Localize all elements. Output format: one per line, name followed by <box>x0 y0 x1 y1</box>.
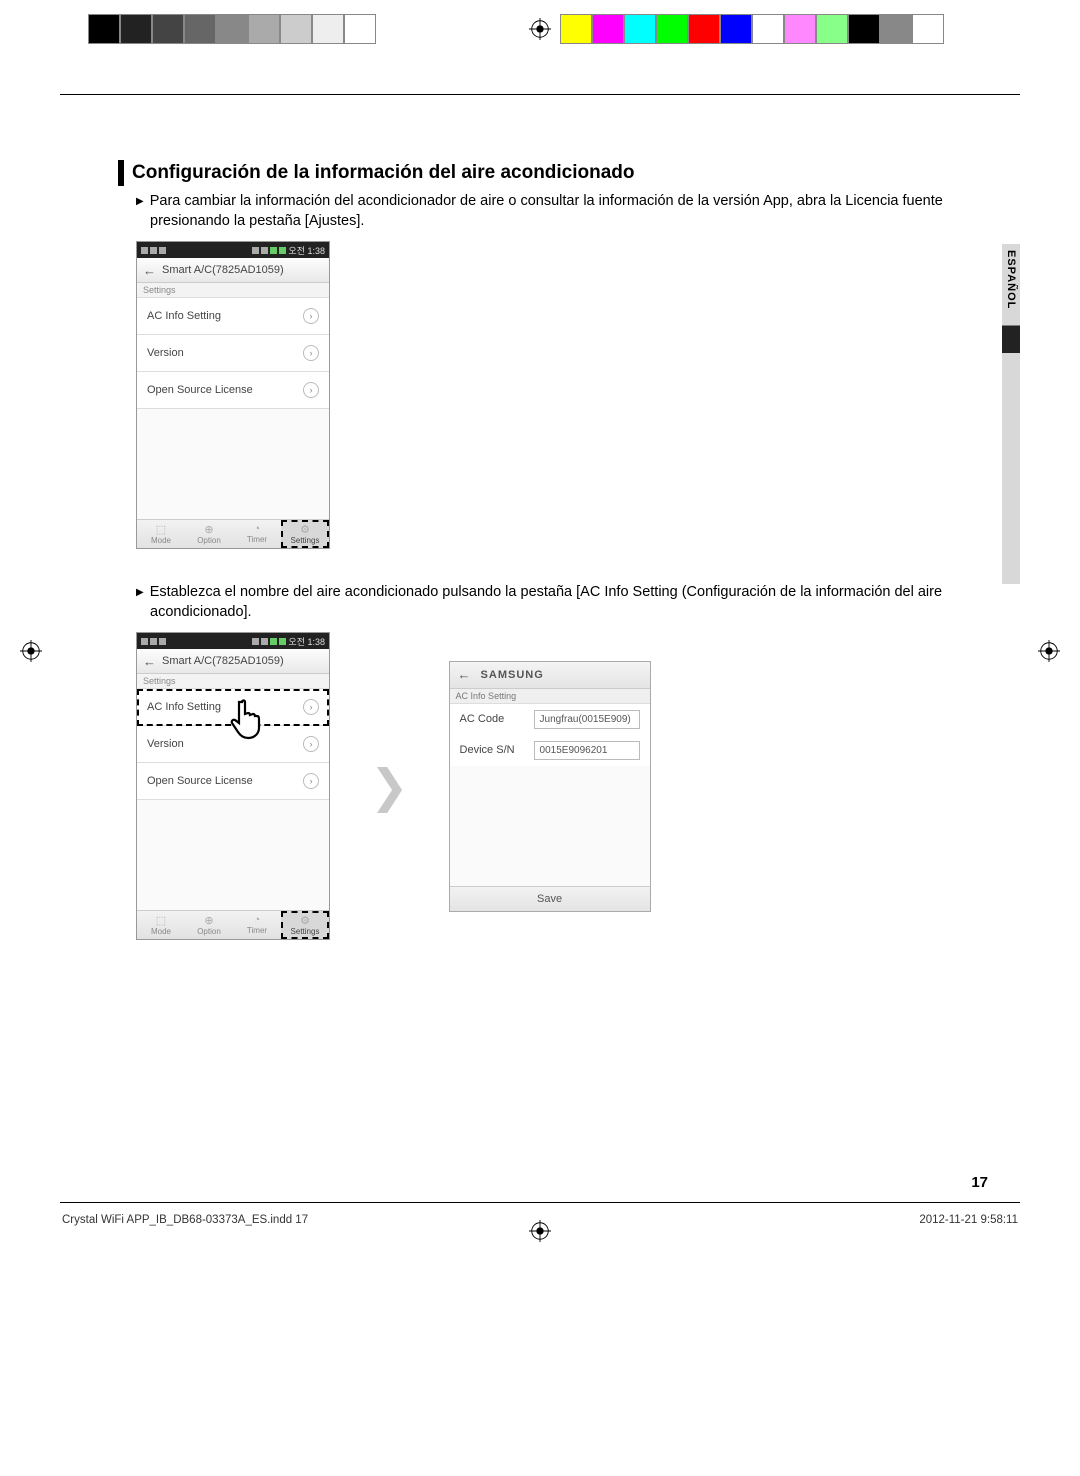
phone-status-bar: 오전 1:38 <box>137 633 329 649</box>
registration-mark-icon <box>529 1220 551 1242</box>
registration-mark-icon <box>529 18 551 40</box>
field-label: Device S/N <box>460 744 526 756</box>
settings-item[interactable]: AC Info Setting › <box>137 298 329 335</box>
tab-icon: ⚙ <box>281 914 329 927</box>
footer-timestamp: 2012-11-21 9:58:11 <box>919 1214 1018 1226</box>
chevron-right-icon: › <box>303 699 319 715</box>
phone-tab-mode[interactable]: ⬚Mode <box>137 520 185 548</box>
chevron-right-icon: › <box>303 736 319 752</box>
back-arrow-icon[interactable]: ← <box>458 667 471 682</box>
phone-tab-option[interactable]: ⊕Option <box>185 520 233 548</box>
tab-icon: ⬚ <box>137 914 185 927</box>
phone-tab-timer[interactable]: ◔Timer <box>233 520 281 548</box>
phone-tab-mode[interactable]: ⬚Mode <box>137 911 185 939</box>
language-tab-label: ESPAÑOL <box>1005 250 1017 309</box>
clock: 오전 1:38 <box>288 244 325 257</box>
chevron-right-icon: › <box>303 345 319 361</box>
settings-item[interactable]: Open Source License › <box>137 763 329 800</box>
brand-label: SAMSUNG <box>481 669 544 681</box>
chevron-right-icon: › <box>303 308 319 324</box>
detail-row: AC Code Jungfrau(0015E909) <box>450 704 650 735</box>
chevron-right-icon: › <box>303 773 319 789</box>
tab-icon: ⬚ <box>137 523 185 536</box>
tap-hand-icon <box>228 698 268 742</box>
clock: 오전 1:38 <box>288 635 325 648</box>
chevron-right-icon: ❯ <box>370 759 409 813</box>
paragraph: Para cambiar la información del acondici… <box>136 192 992 231</box>
page-number: 17 <box>971 1174 988 1191</box>
registration-mark-icon <box>1038 640 1060 662</box>
phone-subtitle: AC Info Setting <box>450 689 650 704</box>
field-value[interactable]: 0015E9096201 <box>534 741 640 760</box>
settings-item[interactable]: Open Source License › <box>137 372 329 409</box>
phone-tab-settings[interactable]: ⚙Settings <box>281 520 329 548</box>
phone-tab-option[interactable]: ⊕Option <box>185 911 233 939</box>
section-heading: Configuración de la información del aire… <box>118 160 992 186</box>
settings-item[interactable]: Version › <box>137 335 329 372</box>
footer-filename: Crystal WiFi APP_IB_DB68-03373A_ES.indd … <box>62 1214 308 1226</box>
phone-title: Smart A/C(7825AD1059) <box>162 655 284 667</box>
tab-icon: ⚙ <box>281 523 329 536</box>
phone-tab-timer[interactable]: ◔Timer <box>233 911 281 939</box>
back-arrow-icon[interactable]: ← <box>143 263 156 278</box>
tab-icon: ⊕ <box>185 914 233 927</box>
detail-row: Device S/N 0015E9096201 <box>450 735 650 766</box>
save-button[interactable]: Save <box>450 886 650 911</box>
settings-item-label: Open Source License <box>147 384 253 396</box>
tab-icon: ◔ <box>233 914 281 926</box>
rule <box>60 94 1020 95</box>
rule <box>60 1202 1020 1203</box>
tab-icon: ◔ <box>233 523 281 535</box>
chevron-right-icon: › <box>303 382 319 398</box>
back-arrow-icon[interactable]: ← <box>143 654 156 669</box>
tab-icon: ⊕ <box>185 523 233 536</box>
phone-subtitle: Settings <box>137 283 329 298</box>
phone-tab-settings[interactable]: ⚙Settings <box>281 911 329 939</box>
settings-item-label: Open Source License <box>147 775 253 787</box>
phone-screenshot-detail: ← SAMSUNG AC Info Setting AC Code Jungfra… <box>449 661 651 912</box>
print-colorbar-color <box>560 14 944 42</box>
field-value[interactable]: Jungfrau(0015E909) <box>534 710 640 729</box>
field-label: AC Code <box>460 713 526 725</box>
phone-subtitle: Settings <box>137 674 329 689</box>
print-colorbar-grayscale <box>88 14 376 42</box>
settings-item-label: AC Info Setting <box>147 701 221 713</box>
settings-item-label: Version <box>147 347 184 359</box>
settings-item-label: Version <box>147 738 184 750</box>
settings-item-label: AC Info Setting <box>147 310 221 322</box>
registration-mark-icon <box>20 640 42 662</box>
phone-screenshot: 오전 1:38 ← Smart A/C(7825AD1059) Settings AC … <box>136 632 330 940</box>
phone-screenshot: 오전 1:38←Smart A/C(7825AD1059)SettingsAC … <box>136 241 330 549</box>
phone-status-bar: 오전 1:38 <box>137 242 329 258</box>
phone-title: Smart A/C(7825AD1059) <box>162 264 284 276</box>
paragraph: Establezca el nombre del aire acondicion… <box>136 583 992 622</box>
